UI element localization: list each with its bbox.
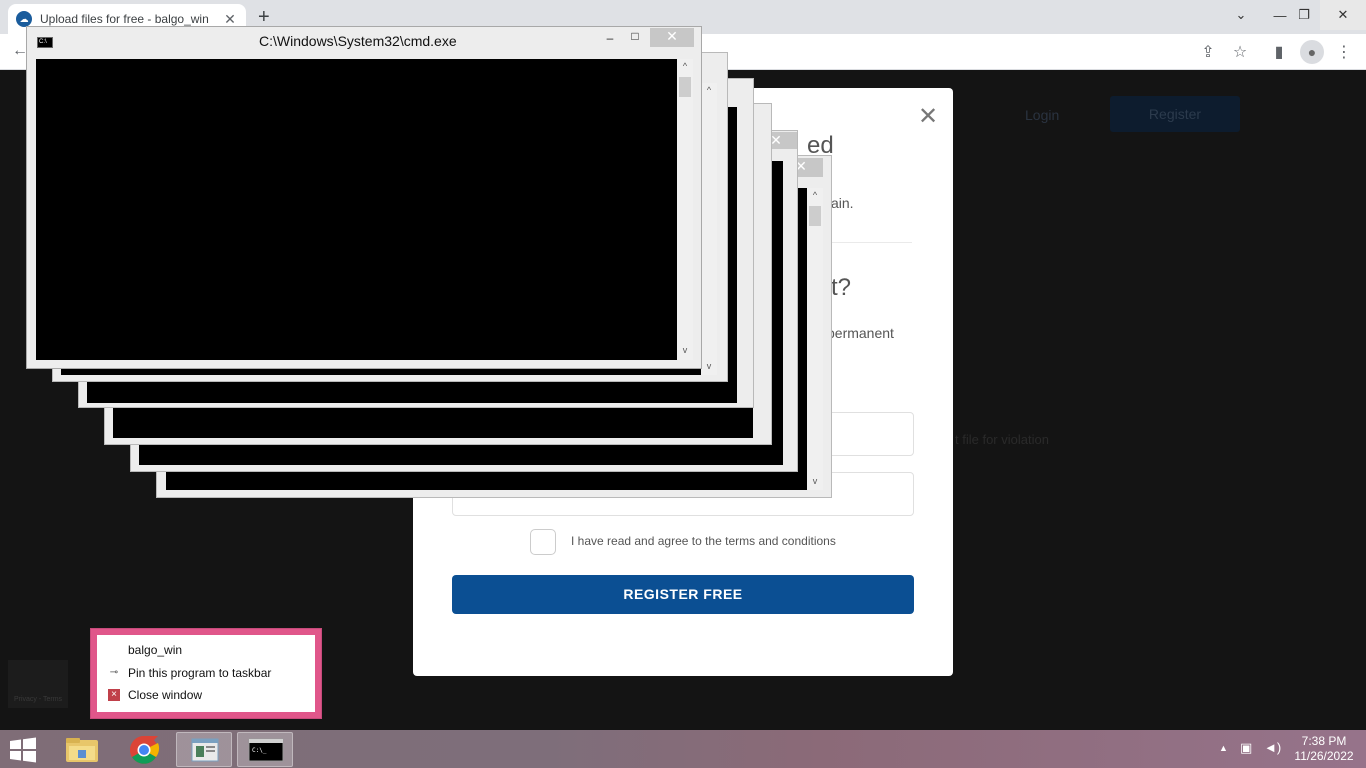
close-window-label: Close window (128, 688, 203, 702)
scroll-down-icon[interactable]: v (677, 345, 693, 355)
maximize-button[interactable]: □ (627, 29, 643, 43)
app-window-icon (191, 738, 219, 762)
side-panel-icon[interactable]: ▮ (1269, 42, 1289, 62)
background-text: t file for violation (955, 432, 1049, 447)
profile-avatar[interactable]: ● (1300, 40, 1324, 64)
show-hidden-icons[interactable]: ▲ (1219, 743, 1228, 753)
pin-label: Pin this program to taskbar (128, 666, 272, 680)
tab-close-icon[interactable]: ✕ (222, 11, 238, 28)
system-clock[interactable]: 7:38 PM 11/26/2022 (1292, 734, 1356, 764)
scroll-thumb[interactable] (809, 206, 821, 226)
cmd-scrollbar[interactable]: ^ v (701, 83, 717, 375)
taskbar-cmd[interactable]: C:\_ (237, 732, 293, 767)
scroll-up-icon[interactable]: ^ (701, 85, 717, 95)
scroll-up-icon[interactable]: ^ (807, 190, 823, 200)
nav-login-link[interactable]: Login (1025, 107, 1059, 123)
scroll-thumb[interactable] (679, 77, 691, 97)
file-explorer-icon (66, 738, 98, 762)
share-icon[interactable]: ⇪ (1198, 42, 1218, 62)
scroll-down-icon[interactable]: v (701, 361, 717, 371)
pin-icon: ⊸ (109, 667, 119, 678)
jump-app-label: balgo_win (128, 643, 183, 657)
modal-close-icon[interactable]: ✕ (918, 102, 938, 131)
cmd-window-title: C:\Windows\System32\cmd.exe (259, 33, 457, 49)
modal-question-fragment: t? (831, 274, 852, 301)
volume-icon[interactable]: ◄) (1264, 740, 1281, 755)
chrome-icon (130, 736, 160, 764)
bookmark-star-icon[interactable]: ☆ (1230, 42, 1250, 62)
cmd-app-icon: C:\ (37, 37, 53, 48)
nav-register-button[interactable]: Register (1110, 96, 1240, 132)
cmd-console-area (36, 59, 677, 360)
taskbar-file-explorer[interactable] (54, 732, 110, 767)
cmd-taskbar-icon: C:\_ (248, 738, 284, 762)
site-favicon-icon: ☁ (16, 11, 32, 27)
terms-label: I have read and agree to the terms and c… (571, 534, 836, 548)
cmd-scrollbar[interactable]: ^ v (677, 59, 693, 360)
taskbar-jump-list: balgo_win ⊸ Pin this program to taskbar … (90, 628, 322, 719)
modal-text-fragment-2: permanent (827, 325, 894, 341)
cmd-window-front[interactable]: C:\ C:\Windows\System32\cmd.exe – □ ✕ ^ … (26, 26, 702, 369)
tab-title: Upload files for free - balgo_win (40, 12, 209, 26)
taskbar-chrome[interactable] (116, 732, 172, 767)
minimize-button[interactable]: – (602, 31, 618, 45)
windows-taskbar: C:\_ ▲ ▣ ◄) 7:38 PM 11/26/2022 (0, 730, 1366, 768)
taskbar-app-window[interactable] (176, 732, 232, 767)
close-window-button[interactable]: ✕ (1320, 0, 1366, 30)
modal-text-fragment: ain. (831, 195, 854, 211)
recaptcha-badge: Privacy - Terms (8, 660, 68, 708)
windows-start-icon[interactable] (8, 737, 38, 763)
clock-date: 11/26/2022 (1294, 749, 1354, 763)
network-icon[interactable]: ▣ (1240, 740, 1252, 756)
register-free-button[interactable]: REGISTER FREE (452, 575, 914, 614)
pin-to-taskbar-item[interactable]: ⊸ Pin this program to taskbar (97, 662, 315, 684)
svg-text:C:\_: C:\_ (252, 747, 267, 754)
captcha-text: Privacy - Terms (13, 696, 63, 703)
close-window-icon: × (108, 689, 120, 701)
terms-checkbox[interactable] (530, 529, 556, 555)
clock-time: 7:38 PM (1301, 734, 1347, 748)
close-window-item[interactable]: × Close window (97, 684, 315, 706)
cmd-scrollbar[interactable]: ^ v (807, 188, 823, 490)
scroll-up-icon[interactable]: ^ (677, 61, 693, 71)
scroll-down-icon[interactable]: v (807, 476, 823, 486)
more-menu-icon[interactable]: ⋮ (1334, 42, 1354, 62)
jump-list-app-name[interactable]: balgo_win (97, 639, 315, 661)
close-button[interactable]: ✕ (650, 28, 694, 47)
